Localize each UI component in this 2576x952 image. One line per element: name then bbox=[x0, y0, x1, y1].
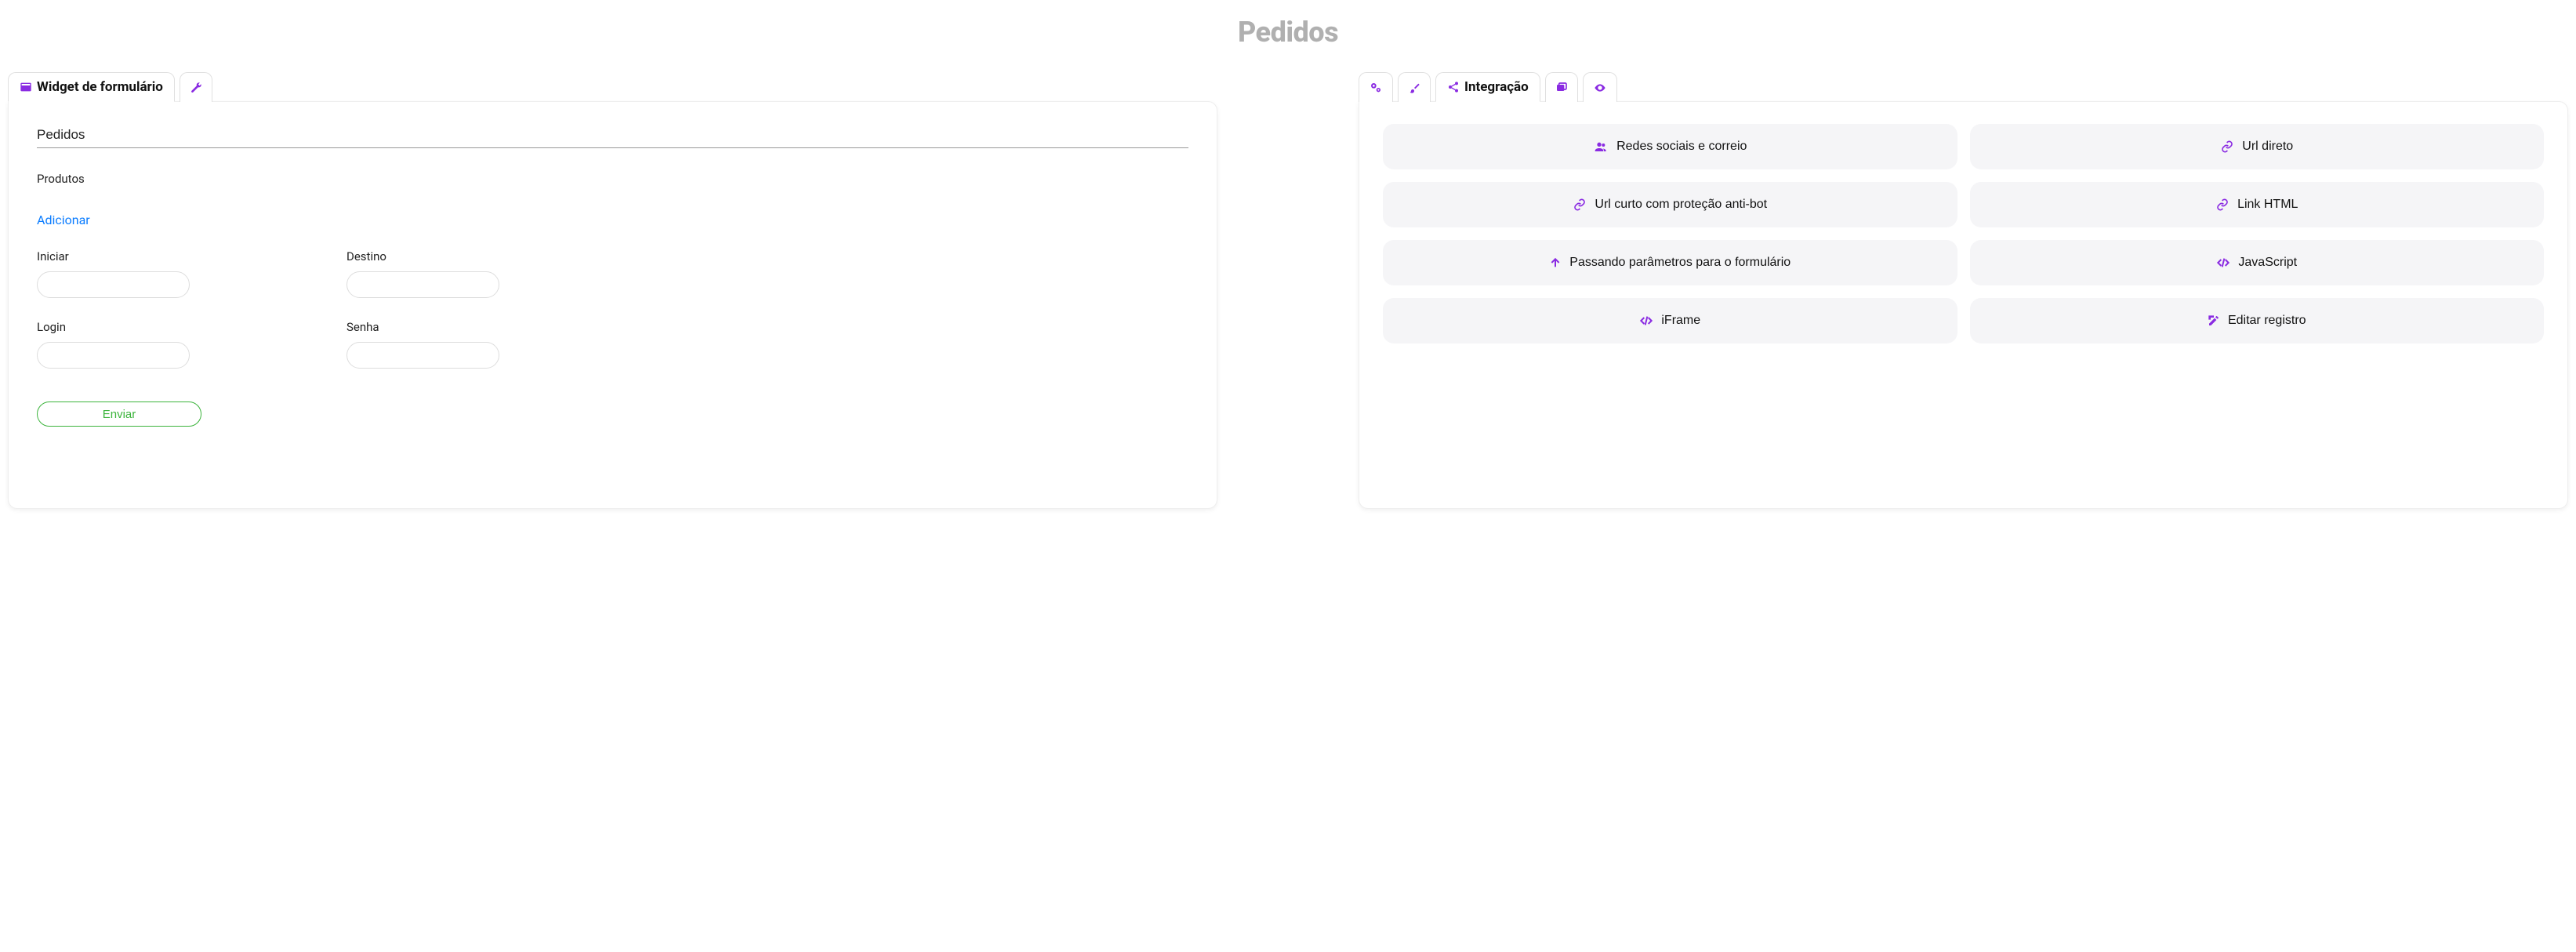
option-html-link[interactable]: Link HTML bbox=[1970, 182, 2545, 227]
option-label: iFrame bbox=[1661, 314, 1700, 328]
tab-wrench[interactable] bbox=[180, 72, 212, 102]
start-label: Iniciar bbox=[37, 249, 190, 263]
right-tabs: Integração bbox=[1359, 72, 2568, 102]
share-icon bbox=[1447, 81, 1460, 93]
option-pass-params[interactable]: Passando parâmetros para o formulário bbox=[1383, 240, 1957, 285]
eye-icon bbox=[1593, 82, 1607, 94]
option-iframe[interactable]: iFrame bbox=[1383, 298, 1957, 343]
option-edit-record[interactable]: Editar registro bbox=[1970, 298, 2545, 343]
password-label: Senha bbox=[346, 320, 499, 334]
code-icon bbox=[1639, 314, 1653, 327]
brush-icon bbox=[1408, 82, 1420, 94]
link-icon bbox=[2220, 140, 2234, 153]
arrow-up-icon bbox=[1549, 256, 1562, 269]
tab-form-widget[interactable]: Widget de formulário bbox=[8, 72, 175, 102]
submit-button[interactable]: Enviar bbox=[37, 402, 201, 427]
tab-integration[interactable]: Integração bbox=[1435, 72, 1540, 102]
integration-panel: Redes sociais e correio Url direto Url c… bbox=[1359, 101, 2568, 509]
option-direct-url[interactable]: Url direto bbox=[1970, 124, 2545, 169]
destination-label: Destino bbox=[346, 249, 499, 263]
wrench-icon bbox=[190, 82, 202, 94]
tab-windows[interactable] bbox=[1545, 72, 1578, 102]
add-link[interactable]: Adicionar bbox=[37, 213, 90, 227]
option-short-url[interactable]: Url curto com proteção anti-bot bbox=[1383, 182, 1957, 227]
option-social-mail[interactable]: Redes sociais e correio bbox=[1383, 124, 1957, 169]
products-label: Produtos bbox=[37, 172, 1188, 186]
tab-preview[interactable] bbox=[1583, 72, 1617, 102]
form-panel: Produtos Adicionar Iniciar Destino Login bbox=[8, 101, 1217, 509]
login-input[interactable] bbox=[37, 342, 190, 369]
option-javascript[interactable]: JavaScript bbox=[1970, 240, 2545, 285]
form-title-input[interactable] bbox=[37, 124, 1188, 148]
code-icon bbox=[2216, 256, 2230, 269]
tab-brush[interactable] bbox=[1398, 72, 1431, 102]
password-input[interactable] bbox=[346, 342, 499, 369]
left-tabs: Widget de formulário bbox=[8, 72, 1217, 102]
windows-icon bbox=[1555, 82, 1568, 94]
link-icon bbox=[1573, 198, 1587, 211]
destination-input[interactable] bbox=[346, 271, 499, 298]
users-icon bbox=[1593, 140, 1609, 153]
login-label: Login bbox=[37, 320, 190, 334]
start-input[interactable] bbox=[37, 271, 190, 298]
option-label: Passando parâmetros para o formulário bbox=[1569, 256, 1791, 270]
link-icon bbox=[2215, 198, 2230, 211]
option-label: Url curto com proteção anti-bot bbox=[1595, 198, 1767, 212]
option-label: Editar registro bbox=[2228, 314, 2306, 328]
gears-icon bbox=[1369, 82, 1383, 94]
tab-integration-label: Integração bbox=[1464, 79, 1529, 95]
option-label: Link HTML bbox=[2237, 198, 2298, 212]
tab-form-widget-label: Widget de formulário bbox=[37, 79, 163, 95]
form-icon bbox=[20, 81, 32, 93]
page-title: Pedidos bbox=[8, 16, 2568, 49]
tab-settings[interactable] bbox=[1359, 72, 1393, 102]
option-label: JavaScript bbox=[2238, 256, 2297, 270]
option-label: Redes sociais e correio bbox=[1616, 140, 1747, 154]
edit-icon bbox=[2208, 314, 2220, 327]
option-label: Url direto bbox=[2242, 140, 2293, 154]
